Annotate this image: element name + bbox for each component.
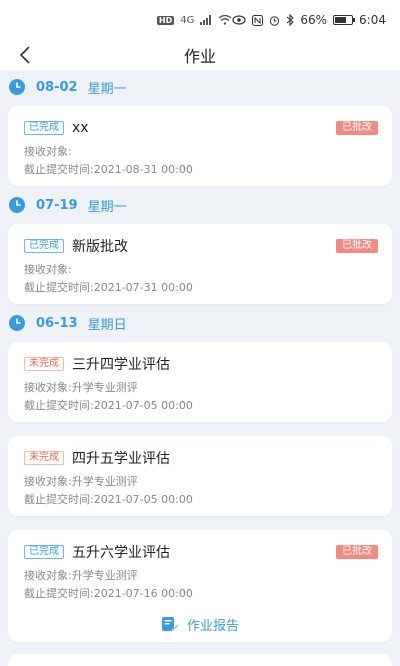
clock-icon <box>9 79 25 95</box>
status-tag: 已完成 <box>24 239 64 253</box>
back-button[interactable] <box>10 40 40 70</box>
recipient-label: 接收对象: <box>24 475 72 488</box>
nav-bar: 作业 <box>0 40 400 70</box>
deadline-line: 截止提交时间:2021-08-31 00:00 <box>24 162 378 178</box>
date-header: 07-19 星期一 <box>8 195 127 215</box>
date-header: 06-13 星期日 <box>8 313 127 333</box>
homework-card[interactable]: 未完成 四升五学业评估 接收对象:升学专业测评 截止提交时间:2021-07-0… <box>8 436 392 516</box>
deadline-value: 2021-07-05 00:00 <box>93 493 193 506</box>
recipient-value: 升学专业测评 <box>71 569 138 582</box>
status-bar: HD 4G 66% 6:04 <box>0 0 400 40</box>
deadline-value: 2021-07-31 00:00 <box>93 281 193 294</box>
homework-title: 新版批改 <box>72 239 128 255</box>
graded-badge: 已批改 <box>336 545 378 559</box>
recipient-line: 接收对象:升学专业测评 <box>24 380 378 396</box>
nfc-icon <box>252 14 264 26</box>
status-tag: 未完成 <box>24 451 64 465</box>
homework-card[interactable]: 未完成 三升四学业评估 接收对象:升学专业测评 截止提交时间:2021-07-0… <box>8 342 392 422</box>
battery-icon <box>333 15 356 25</box>
bluetooth-icon <box>287 14 295 26</box>
deadline-label: 截止提交时间: <box>24 493 94 506</box>
homework-card[interactable]: 已完成 新版批改 已批改 接收对象: 截止提交时间:2021-07-31 00:… <box>8 224 392 304</box>
status-tag: 未完成 <box>24 357 64 371</box>
clock-icon <box>9 315 25 331</box>
signal-bars-icon <box>200 15 212 25</box>
hd-badge: HD <box>156 15 175 25</box>
report-label: 作业报告 <box>186 618 239 634</box>
homework-card[interactable]: 已完成 xx 已批改 接收对象: 截止提交时间:2021-08-31 00:00 <box>8 106 392 186</box>
deadline-value: 2021-07-05 00:00 <box>93 399 193 412</box>
chevron-left-icon <box>19 46 30 64</box>
status-tag: 已完成 <box>24 545 64 559</box>
recipient-label: 接收对象: <box>24 263 72 276</box>
recipient-label: 接收对象: <box>24 569 72 582</box>
alarm-icon <box>270 15 280 26</box>
homework-card-partial[interactable] <box>8 654 392 666</box>
recipient-label: 接收对象: <box>24 145 72 158</box>
deadline-value: 2021-08-31 00:00 <box>93 163 193 176</box>
recipient-line: 接收对象: <box>24 144 378 160</box>
recipient-value: 升学专业测评 <box>71 381 138 394</box>
status-right: 66% 6:04 <box>232 13 386 27</box>
recipient-value: 升学专业测评 <box>71 475 138 488</box>
deadline-line: 截止提交时间:2021-07-05 00:00 <box>24 398 378 414</box>
recipient-label: 接收对象: <box>24 381 72 394</box>
graded-badge: 已批改 <box>336 121 378 135</box>
deadline-label: 截止提交时间: <box>24 163 94 176</box>
homework-card[interactable]: 已完成 五升六学业评估 已批改 接收对象:升学专业测评 截止提交时间:2021-… <box>8 530 392 642</box>
deadline-line: 截止提交时间:2021-07-16 00:00 <box>24 586 378 602</box>
deadline-line: 截止提交时间:2021-07-05 00:00 <box>24 492 378 508</box>
deadline-label: 截止提交时间: <box>24 587 94 600</box>
homework-title: 三升四学业评估 <box>72 357 170 373</box>
weekday-label: 星期一 <box>87 81 127 97</box>
deadline-label: 截止提交时间: <box>24 399 94 412</box>
recipient-line: 接收对象: <box>24 262 378 278</box>
recipient-line: 接收对象:升学专业测评 <box>24 568 378 584</box>
battery-percent: 66% <box>300 13 328 27</box>
clock-time: 6:04 <box>359 13 386 27</box>
eye-icon <box>232 15 246 25</box>
page-title: 作业 <box>183 47 216 66</box>
graded-badge: 已批改 <box>336 239 378 253</box>
homework-title: 四升五学业评估 <box>72 451 170 467</box>
deadline-line: 截止提交时间:2021-07-31 00:00 <box>24 280 378 296</box>
clock-icon <box>9 197 25 213</box>
deadline-label: 截止提交时间: <box>24 281 94 294</box>
date-label: 08-02 <box>36 79 78 95</box>
weekday-label: 星期一 <box>87 199 127 215</box>
date-label: 06-13 <box>36 315 78 331</box>
weekday-label: 星期日 <box>87 317 127 333</box>
network-indicators: HD 4G <box>156 14 232 26</box>
homework-title: 五升六学业评估 <box>72 545 170 561</box>
homework-report-button[interactable]: 作业报告 <box>8 610 392 638</box>
wifi-icon <box>218 15 232 25</box>
report-icon <box>161 617 179 632</box>
deadline-value: 2021-07-16 00:00 <box>93 587 193 600</box>
date-label: 07-19 <box>36 197 78 213</box>
date-header: 08-02 星期一 <box>8 77 127 97</box>
status-tag: 已完成 <box>24 121 64 135</box>
signal-label: 4G <box>180 14 195 26</box>
homework-list: 08-02 星期一 已完成 xx 已批改 接收对象: 截止提交时间:2021-0… <box>0 70 400 666</box>
recipient-line: 接收对象:升学专业测评 <box>24 474 378 490</box>
homework-title: xx <box>72 120 89 136</box>
